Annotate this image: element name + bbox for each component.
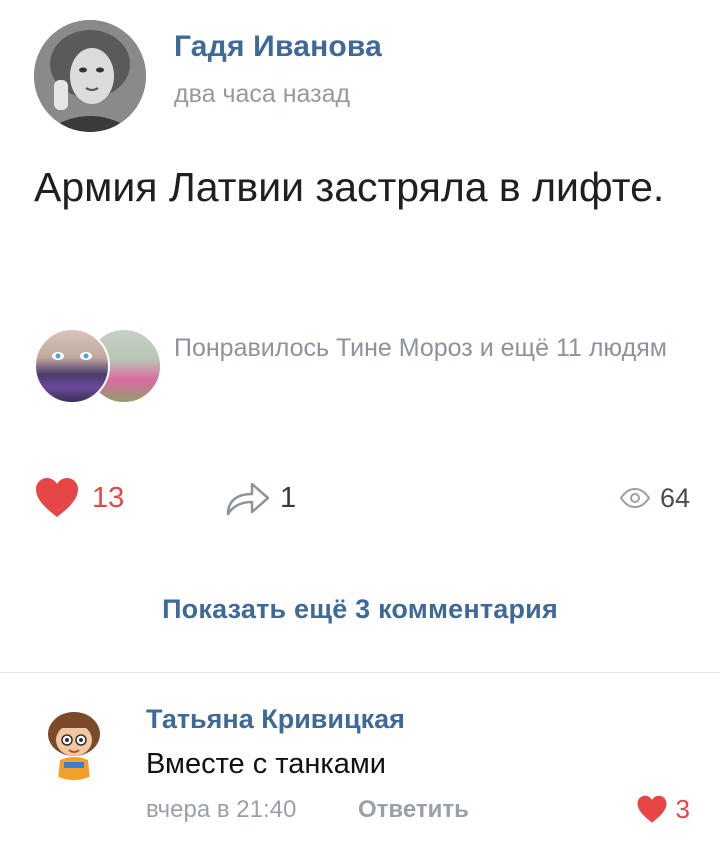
comment-timestamp: вчера в 21:40 xyxy=(146,796,297,823)
comment-text: Вместе с танками xyxy=(146,748,386,780)
comment-like-button[interactable]: 3 xyxy=(636,794,690,825)
share-count: 1 xyxy=(280,481,297,514)
heart-icon xyxy=(636,795,668,824)
author-avatar[interactable] xyxy=(34,20,146,132)
comment-author[interactable]: Татьяна Кривицкая xyxy=(146,704,405,735)
like-button[interactable]: 13 xyxy=(34,476,124,520)
liker-photo xyxy=(52,352,92,360)
likes-summary[interactable]: Понравилось Тине Мороз и ещё 11 людям xyxy=(174,332,674,365)
divider xyxy=(0,672,720,673)
post-timestamp: два часа назад xyxy=(174,80,351,108)
post-screen: Гадя Иванова два часа назад Армия Латвии… xyxy=(0,0,720,848)
reply-button[interactable]: Ответить xyxy=(358,796,469,824)
author-name[interactable]: Гадя Иванова xyxy=(174,30,382,64)
commenter-avatar[interactable] xyxy=(34,700,114,780)
author-portrait-image xyxy=(34,20,146,132)
post-text: Армия Латвии застряла в лифте. xyxy=(34,164,665,210)
cartoon-girl-avatar xyxy=(34,700,114,780)
share-button[interactable]: 1 xyxy=(224,476,296,520)
views-indicator: 64 xyxy=(619,476,690,520)
comment-like-count: 3 xyxy=(675,794,690,824)
share-icon xyxy=(224,478,272,518)
heart-icon xyxy=(34,477,80,519)
eye-icon xyxy=(619,488,650,508)
like-count: 13 xyxy=(92,481,125,514)
views-count: 64 xyxy=(659,482,690,513)
liker-avatar[interactable] xyxy=(34,328,110,404)
likers-avatars[interactable] xyxy=(34,328,164,404)
show-more-comments-button[interactable]: Показать ещё 3 комментария xyxy=(0,594,720,625)
